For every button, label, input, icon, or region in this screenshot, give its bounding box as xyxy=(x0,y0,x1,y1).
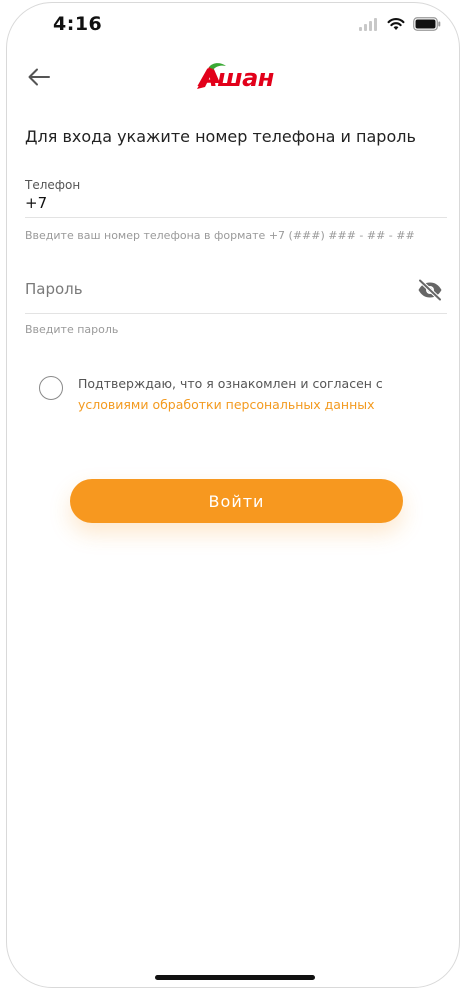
status-time: 4:16 xyxy=(53,13,103,35)
wifi-icon xyxy=(387,16,405,35)
personal-data-terms-link[interactable]: условиями обработки персональных данных xyxy=(78,397,375,412)
consent-text-block: Подтверждаю, что я ознакомлен и согласен… xyxy=(78,373,418,415)
phone-label: Телефон xyxy=(25,178,81,192)
phone-screen: 4:16 Ашан Для входа укажите номер телефо… xyxy=(6,2,460,988)
page-title: Для входа укажите номер телефона и парол… xyxy=(25,127,416,146)
home-indicator xyxy=(155,975,315,980)
password-field[interactable] xyxy=(25,277,405,301)
login-button[interactable]: Войти xyxy=(70,479,403,523)
phone-field[interactable] xyxy=(25,191,445,215)
battery-icon xyxy=(413,16,441,35)
back-button[interactable] xyxy=(25,65,53,93)
password-hint: Введите пароль xyxy=(25,323,119,336)
phone-divider xyxy=(25,217,447,218)
eye-off-icon xyxy=(417,278,443,305)
consent-text: Подтверждаю, что я ознакомлен и согласен… xyxy=(78,376,383,391)
phone-hint: Введите ваш номер телефона в формате +7 … xyxy=(25,229,415,242)
password-visibility-toggle[interactable] xyxy=(417,278,445,305)
auchan-logo: Ашан xyxy=(193,61,283,97)
status-icons xyxy=(359,16,441,35)
password-divider xyxy=(25,313,447,314)
consent-checkbox[interactable] xyxy=(39,376,63,400)
arrow-left-icon xyxy=(28,68,50,90)
signal-bars-icon xyxy=(359,16,379,35)
logo-text: Ашан xyxy=(199,64,274,92)
